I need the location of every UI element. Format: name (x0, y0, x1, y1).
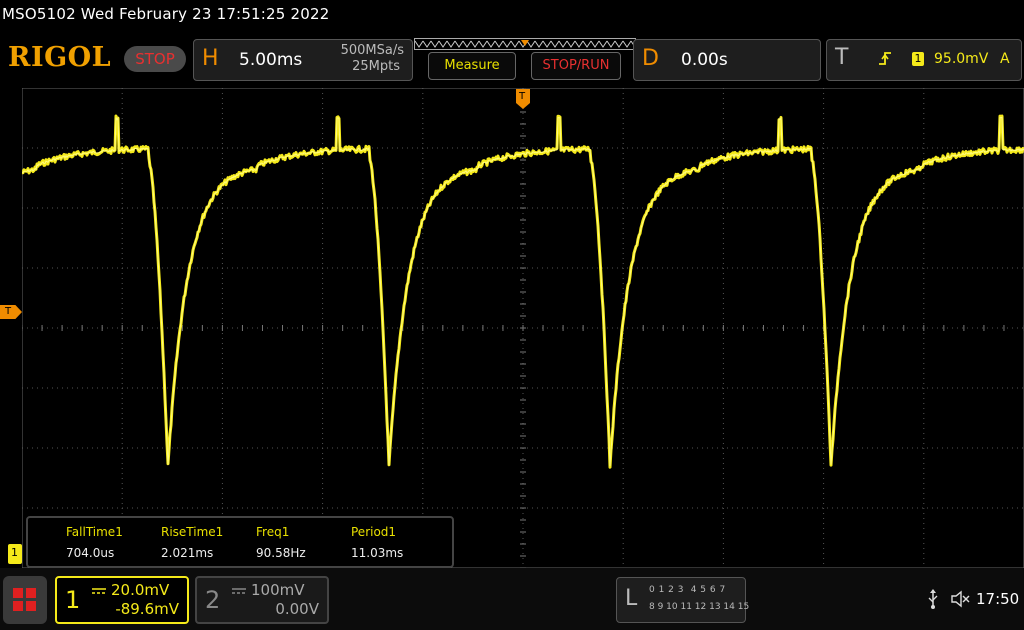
speaker-muted-icon[interactable] (950, 590, 970, 608)
channel1-offset-marker[interactable]: 1 (8, 544, 22, 564)
measurement-label: Freq1 (256, 525, 290, 539)
channel2-box[interactable]: 2 100mV 0.00V (195, 576, 329, 624)
trigger-mode: A (1000, 51, 1010, 67)
measurement-label: Period1 (351, 525, 397, 539)
menu-grid-icon (13, 588, 36, 611)
logic-analyzer-box[interactable]: L 0 1 2 3 4 5 6 7 8 9 10 11 12 13 14 15 (616, 577, 750, 623)
measurement-label: FallTime1 (66, 525, 123, 539)
trigger-level: 95.0mV (934, 51, 989, 67)
measurement-label: RiseTime1 (161, 525, 224, 539)
rising-edge-icon (879, 52, 891, 65)
delay-letter: D (642, 46, 659, 71)
measurement-value: 2.021ms (161, 546, 214, 560)
waveform-graticule[interactable] (22, 88, 1024, 568)
channel2-offset: 0.00V (275, 600, 319, 618)
horizontal-letter: H (202, 46, 219, 71)
usb-icon (928, 589, 938, 609)
clock: 17:50 (976, 590, 1020, 608)
measurement-panel[interactable]: FallTime1 704.0us RiseTime1 2.021ms Freq… (26, 516, 454, 568)
logic-channels-row2: 8 9 10 11 12 13 14 15 (649, 602, 750, 612)
trigger-source-badge: 1 (912, 52, 924, 66)
horizontal-pane[interactable]: H 5.00ms 500MSa/s 25Mpts (193, 39, 413, 81)
window-title: MSO5102 Wed February 23 17:51:25 2022 (2, 5, 330, 23)
dc-coupling-icon (92, 588, 106, 594)
sample-rate: 500MSa/s (340, 43, 404, 58)
channel1-offset: -89.6mV (115, 600, 179, 618)
trigger-letter: T (835, 45, 849, 70)
trigger-position-marker-label: T (519, 91, 526, 102)
stop-run-button[interactable]: STOP/RUN (531, 52, 621, 80)
memory-depth: 25Mpts (352, 59, 400, 74)
logic-letter: L (625, 586, 638, 611)
navigation-menu-button[interactable] (3, 576, 47, 624)
measurement-value: 90.58Hz (256, 546, 306, 560)
dc-coupling-icon (232, 588, 246, 594)
channel2-scale: 100mV (251, 581, 305, 599)
memory-position-strip (414, 38, 636, 50)
grid-lines (22, 88, 1024, 568)
logic-channels-row1: 0 1 2 3 4 5 6 7 (649, 585, 726, 595)
channel1-number: 1 (65, 586, 81, 614)
measurement-value: 704.0us (66, 546, 115, 560)
channel1-offset-marker-label: 1 (11, 546, 18, 559)
measurement-value: 11.03ms (351, 546, 404, 560)
trigger-pane[interactable]: T 1 95.0mV A (826, 39, 1022, 81)
channel1-box[interactable]: 1 20.0mV -89.6mV (55, 576, 189, 624)
delay-value: 0.00s (681, 50, 728, 70)
channel1-scale: 20.0mV (111, 581, 170, 599)
trigger-level-marker[interactable]: T (0, 305, 22, 319)
run-state-badge[interactable]: STOP (124, 46, 186, 72)
measure-button[interactable]: Measure (428, 52, 516, 80)
timebase-value: 5.00ms (239, 50, 303, 70)
channel2-number: 2 (205, 586, 221, 614)
rigol-logo: RIGOL (8, 42, 112, 73)
delay-pane[interactable]: D 0.00s (633, 39, 821, 81)
trigger-level-marker-label: T (5, 306, 12, 317)
